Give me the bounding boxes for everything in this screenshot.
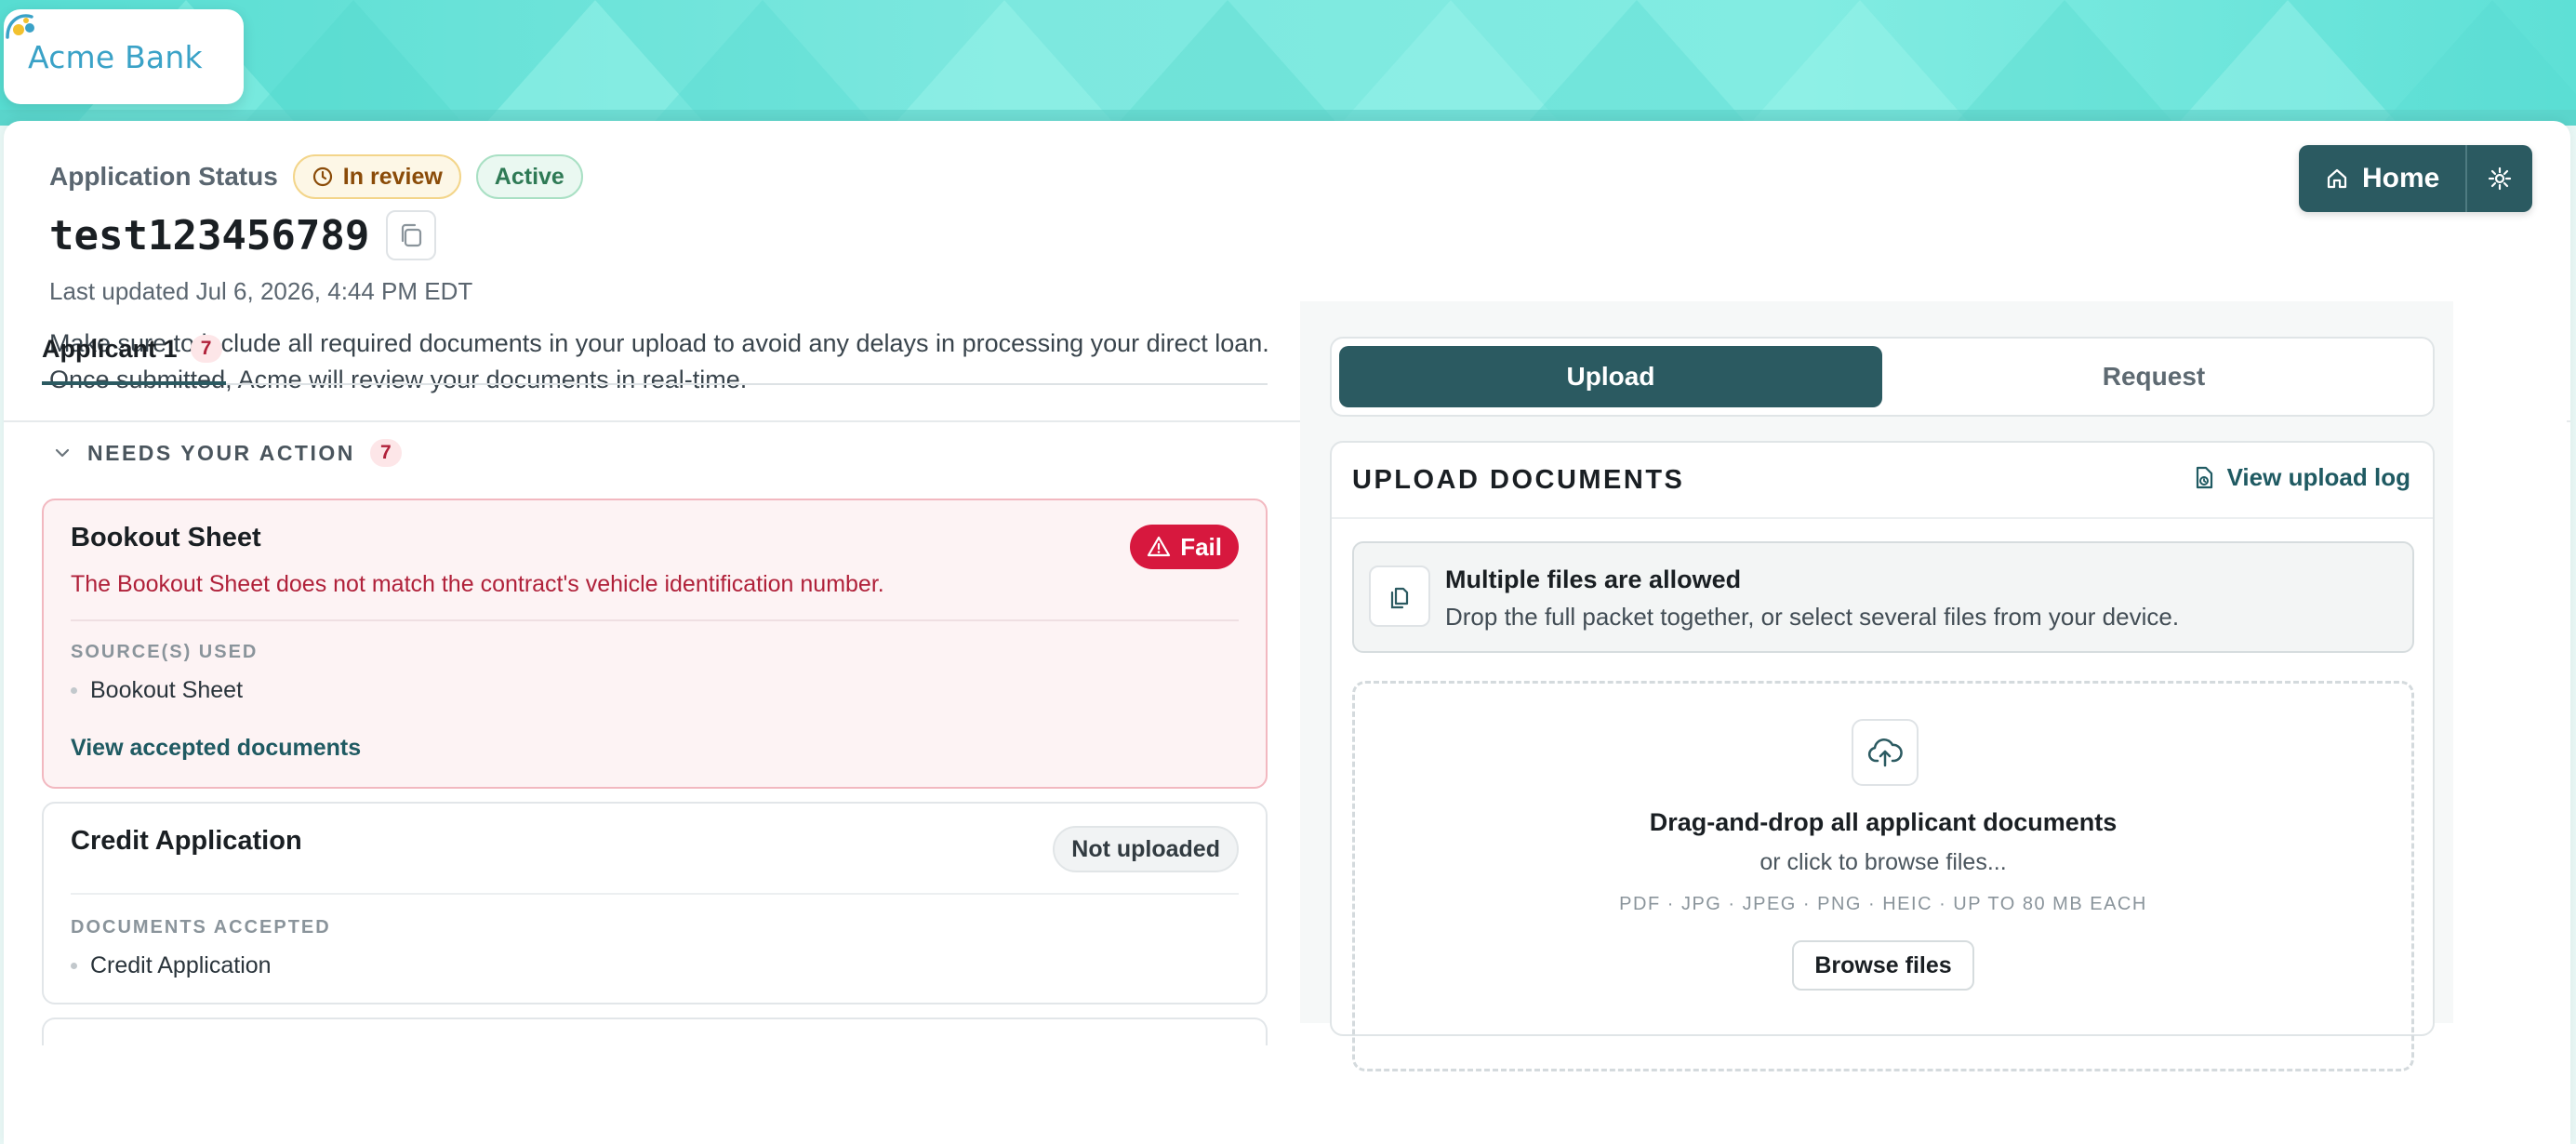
fail-badge-text: Fail	[1180, 532, 1222, 561]
upload-column: Upload Request UPLOAD DOCUMENTS View upl…	[1300, 301, 2453, 1071]
document-card-next	[42, 1018, 1268, 1045]
sources-used-label: SOURCE(S) USED	[71, 642, 259, 662]
top-banner: Acme Bank	[0, 0, 2576, 126]
home-icon	[2327, 168, 2347, 189]
documents-column: Applicant 1 7 NEEDS YOUR ACTION 7 Bookou…	[4, 301, 1302, 1045]
document-card-bookout-sheet: Bookout Sheet Fail The Bookout Sheet doe…	[42, 499, 1268, 789]
needs-action-count: 7	[369, 439, 402, 467]
view-accepted-documents-link[interactable]: View accepted documents	[71, 735, 361, 762]
applicant-tabs: Applicant 1 7	[42, 335, 1268, 385]
needs-action-toggle[interactable]: NEEDS YOUR ACTION 7	[52, 439, 402, 467]
application-id: test123456789	[49, 211, 370, 259]
status-row: Application Status In review Active	[49, 154, 583, 199]
document-title: Bookout Sheet	[71, 523, 261, 552]
accepted-file-types: PDF · JPG · JPEG · PNG · HEIC · UP TO 80…	[1619, 894, 2147, 914]
active-badge: Active	[475, 154, 583, 199]
panel-title: UPLOAD DOCUMENTS	[1352, 465, 1685, 495]
file-drop-zone[interactable]: Drag-and-drop all applicant documents or…	[1352, 681, 2414, 1071]
clock-icon	[312, 166, 332, 187]
banner-pattern	[0, 0, 2576, 126]
view-upload-log-text: View upload log	[2226, 463, 2410, 491]
document-title: Credit Application	[71, 826, 302, 856]
multiple-files-info: Multiple files are allowed Drop the full…	[1352, 541, 2414, 653]
in-review-badge: In review	[292, 154, 461, 199]
upload-cloud-icon-box	[1852, 719, 1919, 786]
bullet-dot	[71, 963, 77, 969]
in-review-text: In review	[342, 163, 443, 190]
copy-id-button[interactable]	[386, 210, 437, 260]
documents-accepted-label: DOCUMENTS ACCEPTED	[71, 917, 331, 938]
upload-request-toggle: Upload Request	[1330, 337, 2435, 417]
drop-title: Drag-and-drop all applicant documents	[1649, 808, 2118, 836]
browse-files-button[interactable]: Browse files	[1792, 940, 1974, 991]
needs-action-title: NEEDS YOUR ACTION	[87, 440, 355, 465]
gear-icon	[2489, 166, 2512, 191]
copy-icon	[402, 223, 422, 247]
bullet-dot	[71, 687, 77, 694]
home-button-group: Home	[2299, 145, 2533, 212]
info-title: Multiple files are allowed	[1445, 565, 1742, 593]
not-uploaded-badge: Not uploaded	[1053, 826, 1239, 872]
document-card-credit-application: Credit Application Not uploaded DOCUMENT…	[42, 802, 1268, 1004]
request-tab-button[interactable]: Request	[1882, 346, 2425, 407]
fail-badge: Fail	[1130, 525, 1239, 569]
upload-cloud-icon	[1867, 738, 1903, 767]
fail-message: The Bookout Sheet does not match the con…	[71, 571, 884, 597]
view-upload-log-link[interactable]: View upload log	[2192, 463, 2410, 492]
info-subtitle: Drop the full packet together, or select…	[1445, 603, 2180, 631]
files-icon	[1390, 587, 1409, 609]
tab-applicant-1-label: Applicant 1	[42, 335, 178, 363]
chevron-down-icon	[55, 448, 70, 458]
upload-tab-button[interactable]: Upload	[1339, 346, 1882, 407]
application-id-row: test123456789	[49, 210, 437, 260]
home-label: Home	[2362, 163, 2440, 193]
home-button[interactable]: Home	[2299, 145, 2468, 212]
list-item: Credit Application	[71, 952, 272, 979]
status-label: Application Status	[49, 162, 278, 191]
brand-logo-text: Acme Bank	[28, 38, 203, 75]
accepted-document-name: Credit Application	[90, 952, 272, 978]
document-clock-icon	[2196, 466, 2212, 488]
brand-logo-icon	[6, 14, 34, 39]
settings-button[interactable]	[2467, 145, 2532, 212]
logo-card[interactable]: Acme Bank	[4, 9, 244, 104]
tab-applicant-1[interactable]: Applicant 1 7	[42, 335, 226, 385]
tab-count-badge: 7	[190, 335, 222, 363]
active-text: Active	[494, 163, 564, 190]
drop-subtitle: or click to browse files...	[1759, 849, 2007, 875]
card-divider	[71, 893, 1239, 895]
upload-documents-panel: UPLOAD DOCUMENTS View upload log Multipl…	[1330, 441, 2435, 1071]
panel-header: UPLOAD DOCUMENTS View upload log	[1332, 443, 2433, 519]
source-name: Bookout Sheet	[90, 677, 244, 703]
right-gutter	[2453, 301, 2567, 1023]
files-icon-box	[1369, 565, 1430, 627]
card-divider	[71, 619, 1239, 621]
list-item: Bookout Sheet	[71, 677, 243, 704]
warning-icon	[1148, 536, 1171, 557]
